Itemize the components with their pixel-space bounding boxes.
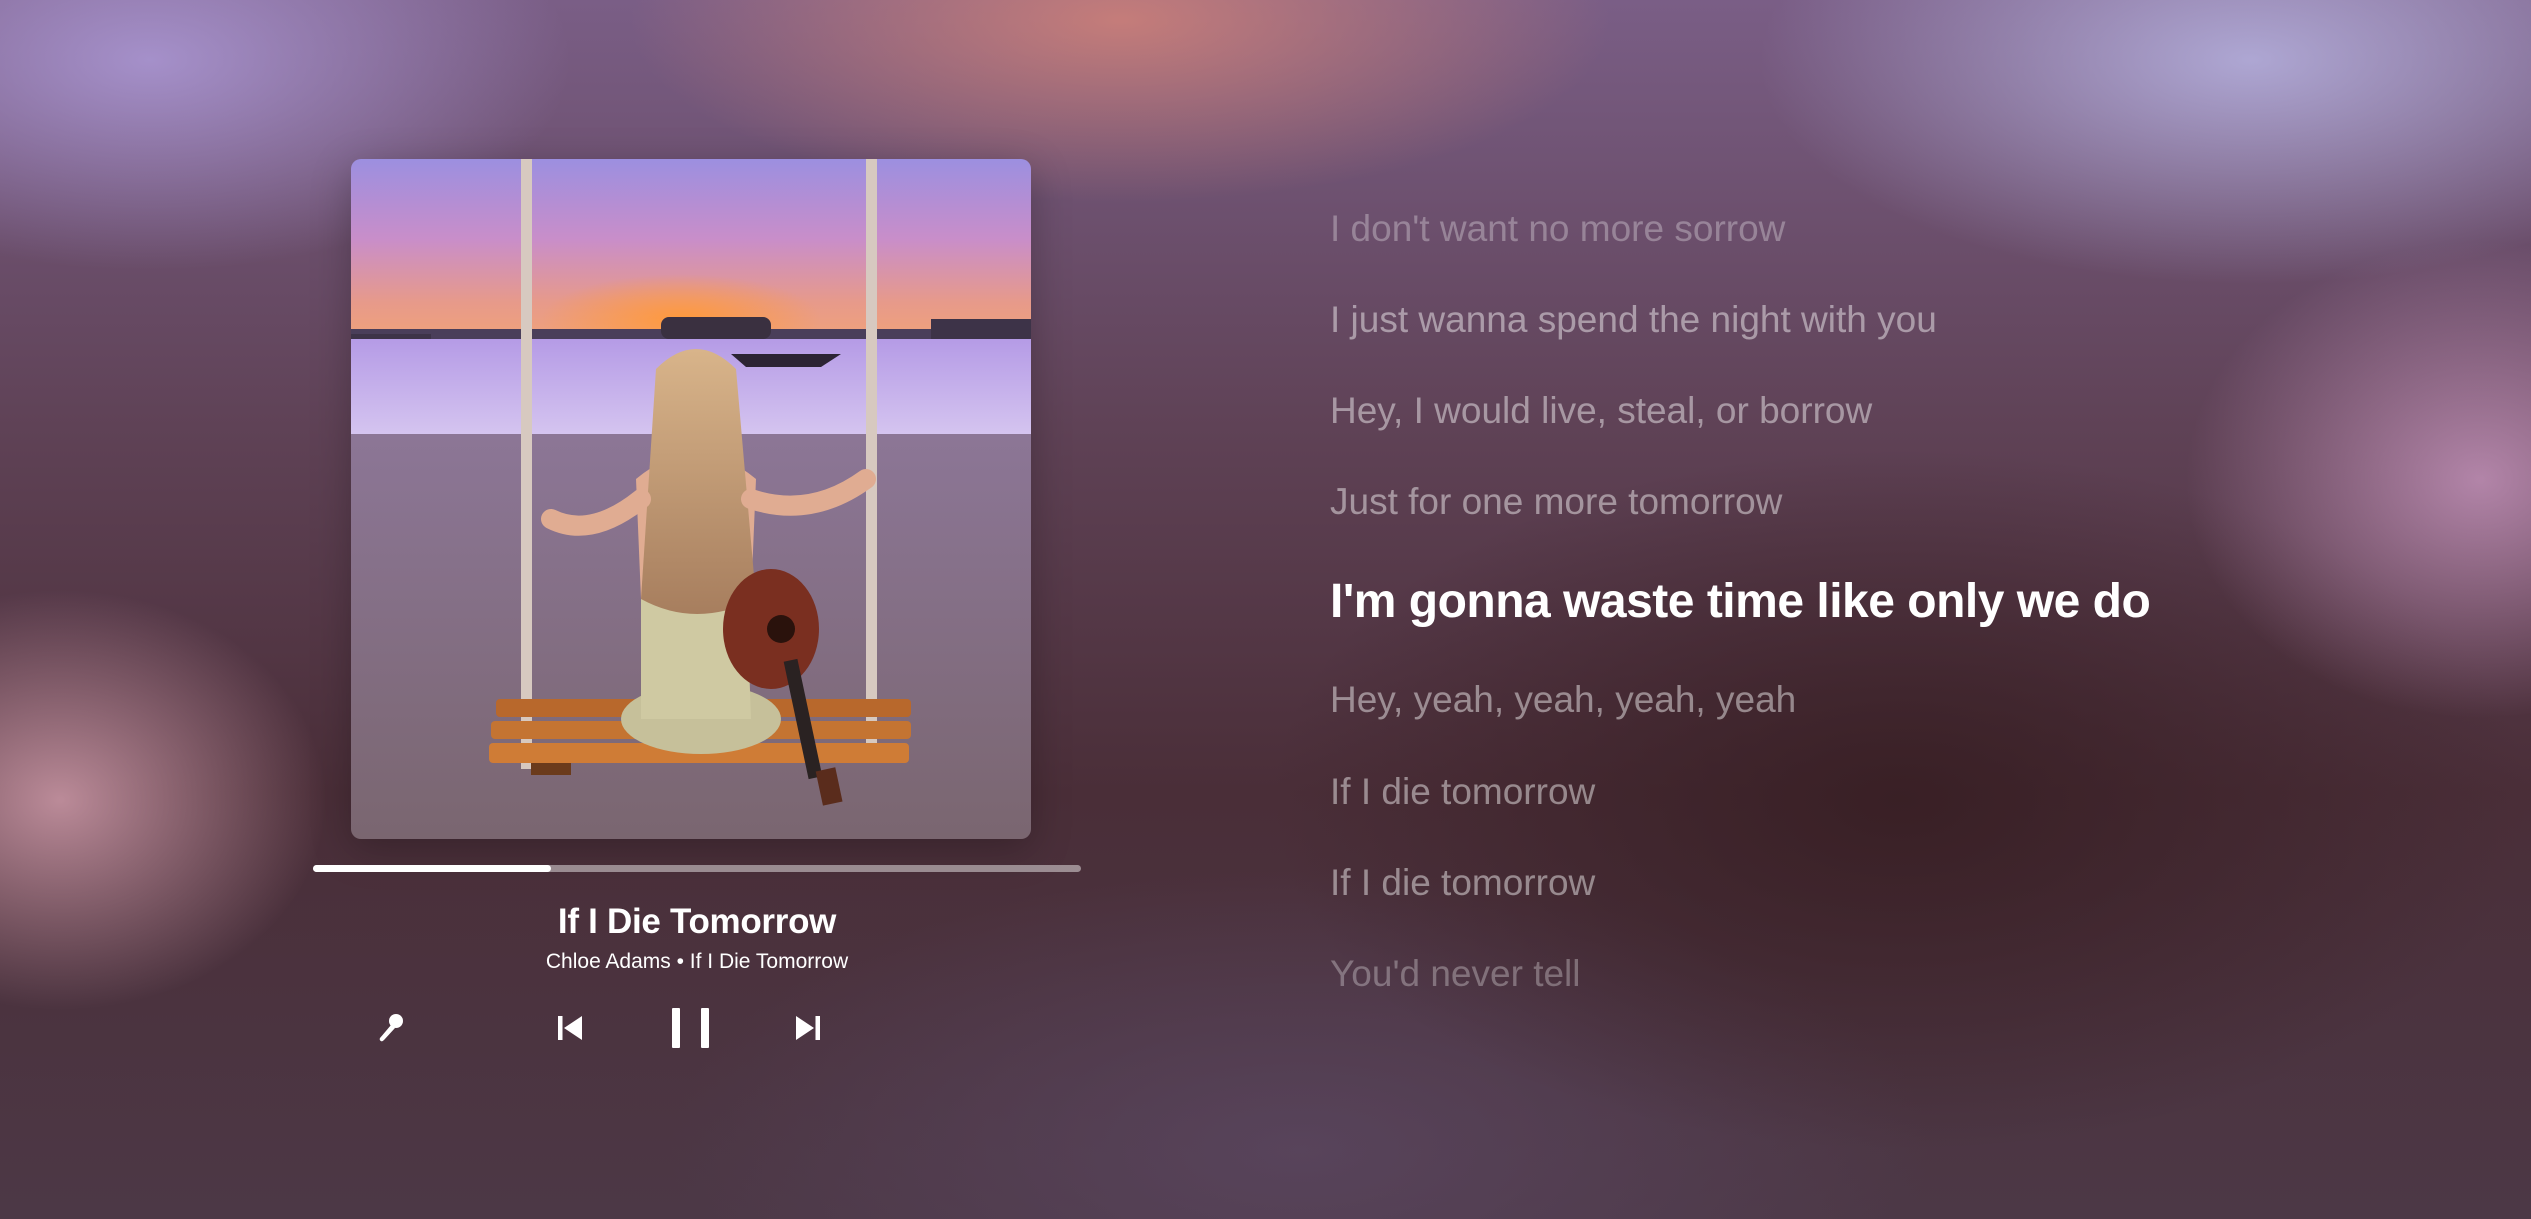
microphone-icon[interactable]	[372, 1010, 408, 1051]
lyric-line-active[interactable]: I'm gonna waste time like only we do	[1330, 574, 2151, 629]
skip-next-icon[interactable]	[793, 1013, 823, 1048]
lyric-line[interactable]: Hey, I would live, steal, or borrow	[1330, 390, 1872, 432]
skip-previous-icon[interactable]	[555, 1013, 585, 1048]
lyric-line[interactable]: Just for one more tomorrow	[1330, 481, 1782, 523]
lyric-line[interactable]: If I die tomorrow	[1330, 771, 1595, 813]
lyric-line[interactable]: You'd never tell	[1330, 953, 1581, 995]
playback-progress-bar[interactable]	[313, 865, 1081, 872]
track-title: If I Die Tomorrow	[557, 902, 837, 941]
pause-icon[interactable]	[670, 1007, 712, 1054]
lyric-line[interactable]: Hey, yeah, yeah, yeah, yeah	[1330, 679, 1796, 721]
lyric-line[interactable]: I don't want no more sorrow	[1330, 208, 1785, 250]
album-art	[351, 159, 1031, 839]
lyrics-player-screen: If I Die Tomorrow Chloe Adams • If I Die…	[0, 0, 2531, 1219]
track-artist-album: Chloe Adams • If I Die Tomorrow	[545, 950, 849, 973]
playback-progress-fill	[313, 865, 552, 872]
lyric-line[interactable]: If I die tomorrow	[1330, 862, 1595, 904]
lyric-line[interactable]: I just wanna spend the night with you	[1330, 299, 1937, 341]
album-cover-image	[351, 159, 1031, 839]
